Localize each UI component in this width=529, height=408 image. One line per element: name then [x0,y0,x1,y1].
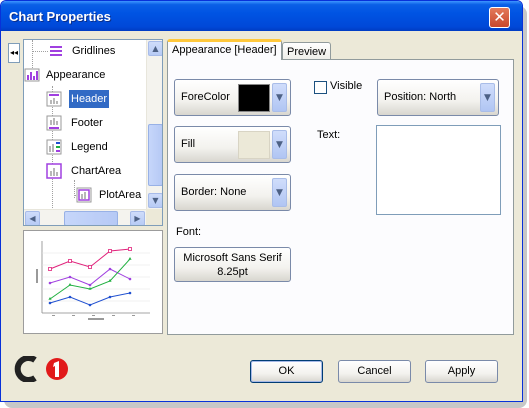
position-selector[interactable]: Position: North ▼ [377,79,499,116]
window-title: Chart Properties [9,9,111,24]
scroll-thumb[interactable] [64,211,118,225]
forecolor-label: ForeColor [181,91,230,103]
tree-item-header[interactable]: Header [24,90,146,108]
tree-item-plotarea[interactable]: PlotArea [24,186,146,204]
tree-item-label: ChartArea [71,165,122,177]
fill-label: Fill [181,138,196,150]
scroll-right-button[interactable]: ▶ [130,211,145,225]
dropdown-arrow[interactable]: ▼ [272,130,287,159]
tree-item-label: Footer [71,117,103,129]
border-label: Border: None [181,186,247,198]
dropdown-arrow[interactable]: ▼ [272,178,287,207]
forecolor-picker[interactable]: ForeColor ▼ [174,79,291,116]
tab-appearance-header[interactable]: Appearance [Header] [167,39,282,60]
arrow-down-icon: ▼ [152,196,159,205]
footer-icon [46,115,62,131]
tree-item-footer[interactable]: Footer [24,114,146,132]
fill-swatch [238,131,270,159]
scroll-down-button[interactable]: ▼ [148,193,162,208]
c1-logo [14,356,68,382]
tree-item-label: PlotArea [99,189,142,201]
title-bar[interactable]: Chart Properties ✕ [1,1,522,31]
arrow-left-icon: ◀ [29,214,36,223]
tree-item-gridlines[interactable]: Gridlines [24,42,146,60]
arrow-right-icon: ▶ [134,214,141,223]
collapse-panel-button[interactable]: ◂◂ [8,43,20,63]
dropdown-arrow[interactable]: ▼ [272,83,287,112]
tree-item-label: Header [69,90,110,108]
chart-thumbnail [23,230,163,334]
font-name: Microsoft Sans Serif [183,252,282,264]
chartarea-icon [46,163,62,179]
gridlines-icon [50,46,62,56]
visible-checkbox[interactable] [314,81,327,94]
header-icon [46,91,62,107]
header-text-input[interactable] [376,125,501,215]
font-label: Font: [176,226,202,238]
arrow-up-icon: ▲ [152,44,159,53]
preview-chart [36,241,150,320]
ok-button[interactable]: OK [250,360,323,383]
tree-vertical-scrollbar[interactable]: ▲ ▼ [146,40,162,209]
chevron-down-icon: ▼ [276,93,283,103]
text-label: Text: [317,129,341,141]
chevron-down-icon: ▼ [276,188,283,198]
chevron-down-icon: ▼ [276,140,283,150]
fill-picker[interactable]: Fill ▼ [174,126,291,163]
cancel-button[interactable]: Cancel [338,360,411,383]
close-button[interactable]: ✕ [489,7,510,28]
close-icon: ✕ [493,8,506,26]
visible-label: Visible [330,80,363,92]
legend-icon [46,139,62,155]
border-selector[interactable]: Border: None ▼ [174,174,291,211]
tree-item-chartarea[interactable]: ChartArea [24,162,146,180]
chart-properties-dialog: Chart Properties ✕ ◂◂ Gridlines Appearan… [0,0,523,402]
tab-label: Preview [287,46,327,58]
scroll-up-button[interactable]: ▲ [148,41,162,56]
scroll-left-button[interactable]: ◀ [25,211,40,225]
tree-item-label: Legend [71,141,108,153]
font-button[interactable]: Microsoft Sans Serif 8.25pt [174,247,291,282]
chevron-down-icon: ▼ [484,93,491,103]
font-size: 8.25pt [217,266,248,278]
tree-item-label: Appearance [46,69,106,81]
dropdown-arrow[interactable]: ▼ [480,83,495,112]
chart-icon [24,68,40,82]
tree-item-label: Gridlines [72,45,116,57]
position-label: Position: North [384,91,457,103]
scroll-thumb[interactable] [148,124,162,186]
scroll-corner [146,209,162,225]
tree-horizontal-scrollbar[interactable]: ◀ ▶ [24,209,146,225]
tree-item-legend[interactable]: Legend [24,138,146,156]
apply-button[interactable]: Apply [425,360,498,383]
double-chevron-left-icon: ◂◂ [9,48,19,57]
element-tree: Gridlines Appearance Header Footer Legen… [23,39,163,226]
forecolor-swatch [238,84,270,112]
tab-label: Appearance [Header] [172,44,277,56]
plotarea-icon [76,187,92,203]
tree-item-appearance[interactable]: Appearance [24,66,146,84]
